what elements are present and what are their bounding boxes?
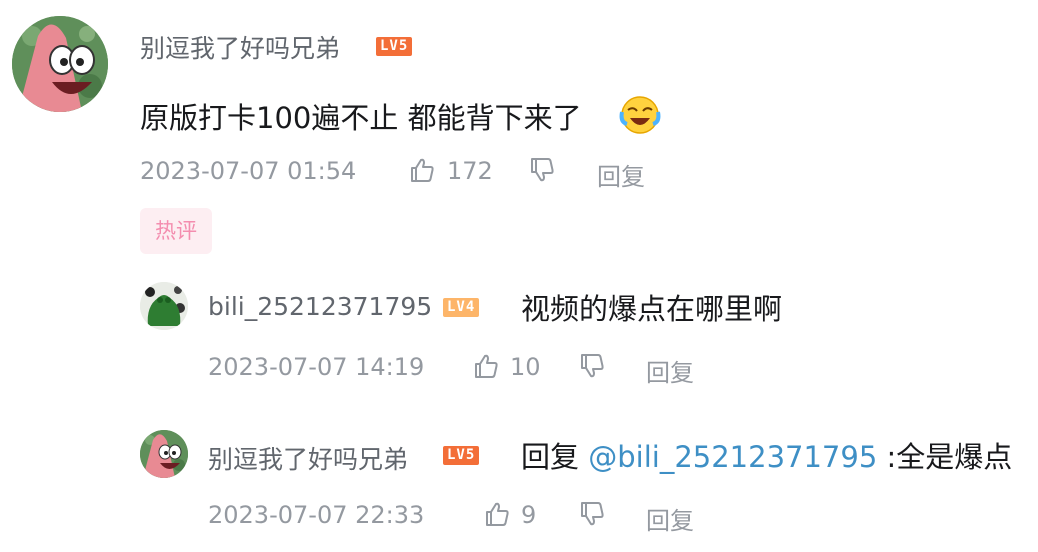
thumbs-up-icon[interactable] bbox=[408, 156, 436, 184]
reply-button[interactable]: 回复 bbox=[646, 501, 694, 536]
username[interactable]: 别逗我了好吗兄弟 bbox=[208, 440, 408, 476]
like-count: 172 bbox=[447, 157, 493, 185]
timestamp: 2023-07-07 14:19 bbox=[208, 353, 425, 381]
hot-comment-badge: 热评 bbox=[140, 208, 212, 254]
reply-text: :全是爆点 bbox=[886, 440, 1013, 474]
thumbs-down-icon[interactable] bbox=[578, 352, 606, 380]
level-badge: LV4 bbox=[443, 298, 480, 317]
mention-link[interactable]: @bili_25212371795 bbox=[588, 440, 877, 474]
username[interactable]: bili_25212371795 bbox=[208, 292, 432, 321]
username[interactable]: 别逗我了好吗兄弟 bbox=[140, 29, 340, 65]
thumbs-down-icon[interactable] bbox=[528, 156, 556, 184]
laughing-tears-emoji-icon bbox=[619, 94, 661, 136]
avatar[interactable] bbox=[140, 282, 188, 330]
reply-prefix: 回复 bbox=[521, 440, 580, 474]
thumbs-up-icon[interactable] bbox=[472, 352, 500, 380]
avatar[interactable] bbox=[140, 430, 188, 478]
avatar[interactable] bbox=[12, 16, 108, 112]
level-badge: LV5 bbox=[376, 37, 413, 56]
comment-text: 视频的爆点在哪里啊 bbox=[521, 292, 783, 326]
comment-text-content: 原版打卡100遍不止 都能背下来了 bbox=[140, 101, 582, 135]
thumbs-up-icon[interactable] bbox=[483, 500, 511, 528]
level-badge: LV5 bbox=[443, 446, 480, 465]
reply-button[interactable]: 回复 bbox=[597, 157, 645, 192]
timestamp: 2023-07-07 01:54 bbox=[140, 157, 357, 185]
like-count: 9 bbox=[521, 501, 537, 529]
comment-text: 回复 @bili_25212371795 :全是爆点 bbox=[521, 434, 1012, 476]
like-count: 10 bbox=[510, 353, 541, 381]
timestamp: 2023-07-07 22:33 bbox=[208, 501, 425, 529]
thumbs-down-icon[interactable] bbox=[578, 500, 606, 528]
comment-text: 原版打卡100遍不止 都能背下来了 bbox=[140, 95, 582, 137]
reply-button[interactable]: 回复 bbox=[646, 353, 694, 388]
